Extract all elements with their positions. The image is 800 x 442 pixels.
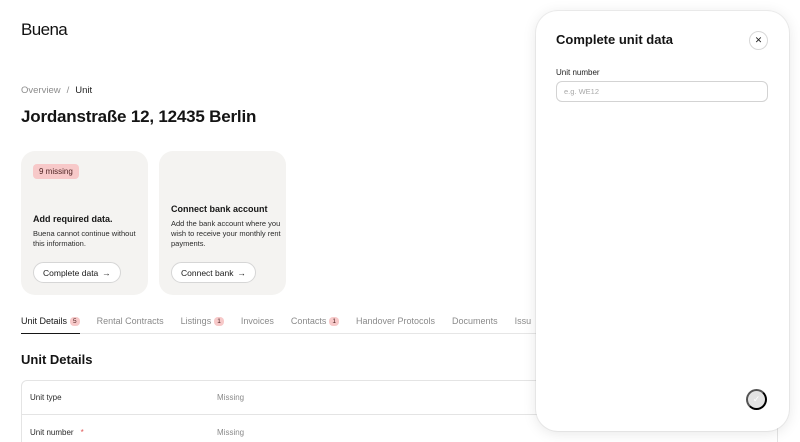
connect-bank-card: Connect bank account Add the bank accoun… bbox=[159, 151, 286, 295]
tab-label: Handover Protocols bbox=[356, 316, 436, 326]
submit-button[interactable]: ✓ bbox=[746, 389, 767, 410]
section-title: Unit Details bbox=[21, 352, 93, 367]
row-label-text: Unit number bbox=[30, 427, 74, 437]
button-label: Complete data bbox=[43, 267, 99, 278]
tab-label: Rental Contracts bbox=[96, 316, 164, 326]
unit-number-label: Unit number bbox=[556, 68, 600, 77]
close-button[interactable]: ✕ bbox=[749, 31, 768, 50]
tab-unit-details[interactable]: Unit Details 5 bbox=[21, 316, 80, 334]
card-title: Add required data. bbox=[33, 214, 113, 224]
complete-data-button[interactable]: Complete data → bbox=[33, 262, 121, 283]
card-description: Buena cannot continue without this infor… bbox=[33, 229, 136, 248]
tab-label: Contacts bbox=[290, 316, 327, 326]
panel-title: Complete unit data bbox=[556, 32, 674, 47]
complete-data-card: 9 missing Add required data. Buena canno… bbox=[21, 151, 148, 295]
card-description: Add the bank account where you wish to r… bbox=[171, 219, 281, 248]
arrow-right-icon: → bbox=[102, 267, 111, 278]
breadcrumb-separator: / bbox=[66, 85, 70, 96]
tab-rental-contracts[interactable]: Rental Contracts bbox=[97, 316, 164, 334]
tab-label: Listings bbox=[180, 316, 212, 326]
required-marker: * bbox=[80, 427, 84, 437]
tab-contacts[interactable]: Contacts 1 bbox=[291, 316, 339, 334]
tab-handover-protocols[interactable]: Handover Protocols bbox=[356, 316, 435, 334]
row-value: Missing bbox=[217, 427, 245, 437]
breadcrumb-overview[interactable]: Overview bbox=[21, 85, 61, 96]
connect-bank-button[interactable]: Connect bank → bbox=[171, 262, 256, 283]
card-title: Connect bank account bbox=[171, 204, 268, 214]
tab-documents[interactable]: Documents bbox=[452, 316, 498, 334]
missing-count-badge: 9 missing bbox=[33, 164, 79, 179]
complete-unit-data-panel: Complete unit data ✕ Unit number ✓ bbox=[536, 11, 789, 431]
tab-count-badge: 1 bbox=[329, 317, 339, 326]
row-label: Unit number * bbox=[30, 428, 84, 437]
tab-issues[interactable]: Issu bbox=[515, 316, 532, 334]
tab-label: Unit Details bbox=[21, 316, 68, 326]
unit-number-input[interactable] bbox=[556, 81, 768, 102]
tab-listings[interactable]: Listings 1 bbox=[181, 316, 224, 334]
breadcrumb: Overview / Unit bbox=[21, 85, 92, 96]
page-title: Jordanstraße 12, 12435 Berlin bbox=[21, 107, 257, 126]
app-logo[interactable]: Buena bbox=[21, 20, 68, 40]
check-icon: ✓ bbox=[752, 394, 761, 404]
tab-label: Invoices bbox=[240, 316, 274, 326]
arrow-right-icon: → bbox=[237, 267, 246, 278]
tab-label: Issu bbox=[514, 316, 532, 326]
tab-label: Documents bbox=[452, 316, 498, 326]
tab-count-badge: 1 bbox=[214, 317, 224, 326]
tab-count-badge: 5 bbox=[70, 317, 80, 326]
breadcrumb-unit: Unit bbox=[75, 85, 93, 96]
button-label: Connect bank bbox=[181, 267, 234, 278]
tab-invoices[interactable]: Invoices bbox=[241, 316, 274, 334]
close-icon: ✕ bbox=[754, 35, 763, 45]
row-value: Missing bbox=[217, 393, 245, 402]
row-label: Unit type bbox=[30, 393, 62, 402]
